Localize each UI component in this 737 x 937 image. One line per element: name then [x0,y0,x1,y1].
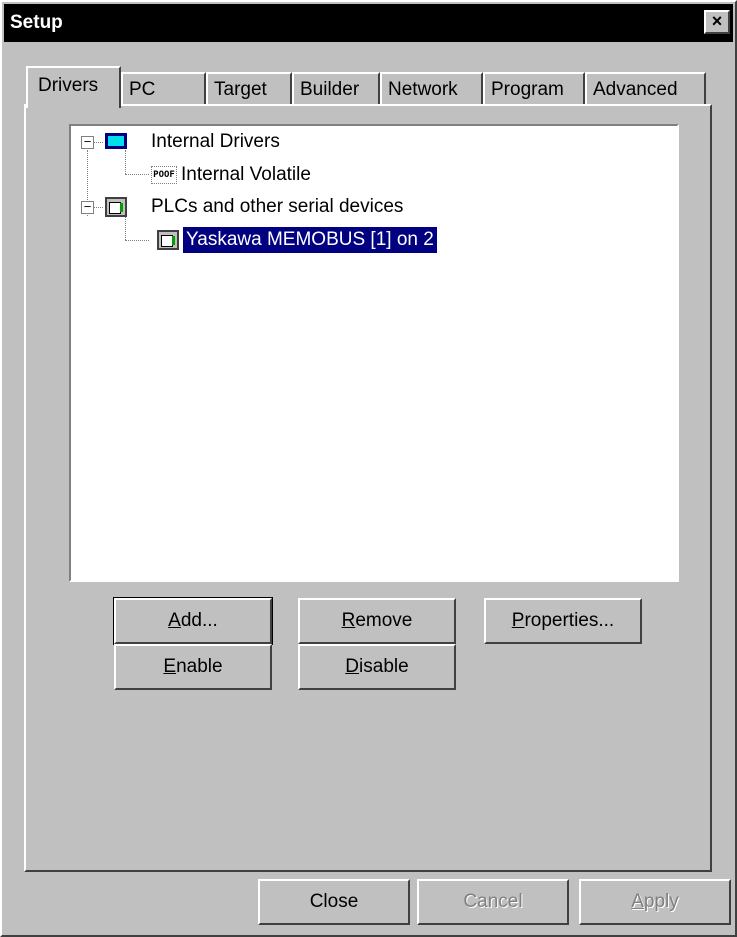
tree-node-label: Internal Volatile [181,164,311,185]
apply-label-post: pply [643,891,679,912]
remove-button[interactable]: Remove [298,598,456,644]
tab-target-label: Target [214,79,267,100]
tab-advanced[interactable]: Advanced [585,72,706,104]
tree-node-label: Yaskawa MEMOBUS [1] on 2 [182,226,438,254]
tree-node-label: Internal Drivers [151,131,280,152]
close-window-icon[interactable]: × [704,10,730,34]
title-bar: Setup × [4,4,733,42]
tree-node-plcs[interactable]: − PLCs and other serial devices [79,194,499,220]
plc-icon [105,197,127,217]
tab-advanced-label: Advanced [593,79,678,100]
tab-program[interactable]: Program [483,72,585,104]
disable-label-post: isable [359,656,409,677]
remove-label-post: emove [355,610,413,631]
tab-builder[interactable]: Builder [292,72,380,104]
setup-window: Setup × Drivers PC Target Builder Networ… [0,0,737,937]
tree-node-internal-drivers[interactable]: − Internal Drivers [79,129,479,155]
tab-drivers-label: Drivers [38,75,99,96]
tab-network[interactable]: Network [380,72,483,104]
tab-network-label: Network [388,79,458,100]
drivers-panel: − Internal Drivers POOF Internal Volatil… [24,104,712,872]
driver-tree[interactable]: − Internal Drivers POOF Internal Volatil… [69,124,679,582]
add-label-post: dd... [180,610,218,631]
tab-pc-label: PC [129,79,156,100]
enable-label-key: E [163,656,177,677]
tab-pc[interactable]: PC [121,72,206,104]
disable-button[interactable]: Disable [298,644,456,690]
collapse-icon[interactable]: − [81,200,94,214]
tree-node-yaskawa[interactable]: Yaskawa MEMOBUS [1] on 2 [79,226,499,254]
monitor-icon [105,133,127,149]
properties-label-key: P [511,610,525,631]
window-title: Setup [10,12,63,33]
remove-label-key: R [341,610,356,631]
tree-node-internal-volatile[interactable]: POOF Internal Volatile [79,162,479,188]
apply-button[interactable]: Apply [579,879,731,925]
enable-button[interactable]: Enable [114,644,272,690]
close-button[interactable]: Close [258,879,410,925]
add-label-key: A [168,610,181,631]
properties-label-post: roperties... [524,610,615,631]
properties-button[interactable]: Properties... [484,598,642,644]
tab-program-label: Program [491,79,564,100]
apply-label-key: A [631,891,644,912]
tree-node-label: PLCs and other serial devices [151,196,404,217]
poof-icon: POOF [151,166,177,184]
add-button[interactable]: Add... [113,597,273,645]
tab-drivers[interactable]: Drivers [26,66,121,108]
disable-label-key: D [345,656,360,677]
enable-label-post: nable [176,656,223,677]
tab-builder-label: Builder [300,79,360,100]
collapse-icon[interactable]: − [81,135,94,149]
cancel-button[interactable]: Cancel [417,879,569,925]
tab-target[interactable]: Target [206,72,292,104]
plc-icon [157,230,179,250]
